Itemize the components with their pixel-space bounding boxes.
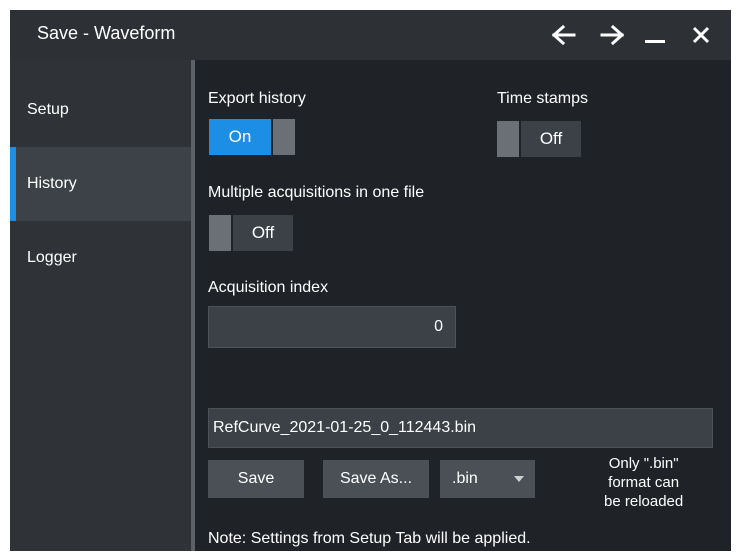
sidebar-item-label: History <box>27 175 77 192</box>
sidebar-item-label: Setup <box>27 101 69 118</box>
export-history-toggle[interactable]: On <box>209 119 295 155</box>
sidebar-item-label: Logger <box>27 249 77 266</box>
filename-input[interactable]: RefCurve_2021-01-25_0_112443.bin <box>208 408 713 448</box>
toggle-knob <box>273 119 295 155</box>
format-dropdown-value: .bin <box>452 470 478 487</box>
format-dropdown[interactable]: .bin <box>440 460 535 498</box>
sidebar-item-logger[interactable]: Logger <box>10 221 191 295</box>
format-note-line: Only ".bin" <box>608 455 679 472</box>
toggle-state: On <box>209 119 271 155</box>
forward-arrow-icon[interactable] <box>597 20 627 50</box>
back-arrow-icon[interactable] <box>549 20 579 50</box>
history-panel: Export history On Time stamps Off Multip… <box>195 60 731 551</box>
export-history-label: Export history <box>208 90 306 107</box>
toggle-state: Off <box>521 121 581 157</box>
time-stamps-label: Time stamps <box>497 90 588 107</box>
close-icon[interactable] <box>686 20 716 50</box>
save-as-button[interactable]: Save As... <box>323 460 429 498</box>
multiple-acquisitions-toggle[interactable]: Off <box>209 215 293 251</box>
dialog-title: Save - Waveform <box>37 23 176 43</box>
setup-note: Note: Settings from Setup Tab will be ap… <box>208 530 531 547</box>
save-button[interactable]: Save <box>208 460 304 498</box>
save-waveform-dialog: Save - Waveform Setup History Logger Exp… <box>10 10 731 551</box>
format-note: Only ".bin" format can be reloaded <box>604 454 683 511</box>
toggle-knob <box>497 121 519 157</box>
sidebar-item-history[interactable]: History <box>10 147 191 221</box>
sidebar: Setup History Logger <box>10 60 191 551</box>
format-note-line: format can <box>608 474 680 491</box>
chevron-down-icon <box>514 476 524 482</box>
sidebar-item-setup[interactable]: Setup <box>10 73 191 147</box>
format-note-line: be reloaded <box>604 493 684 510</box>
acquisition-index-input[interactable]: 0 <box>208 306 456 348</box>
minimize-icon[interactable] <box>640 20 670 50</box>
multiple-acquisitions-label: Multiple acquisitions in one file <box>208 184 425 201</box>
title-bar: Save - Waveform <box>10 10 731 60</box>
time-stamps-toggle[interactable]: Off <box>497 121 581 157</box>
toggle-knob <box>209 215 231 251</box>
acquisition-index-label: Acquisition index <box>208 279 329 296</box>
toggle-state: Off <box>233 215 293 251</box>
